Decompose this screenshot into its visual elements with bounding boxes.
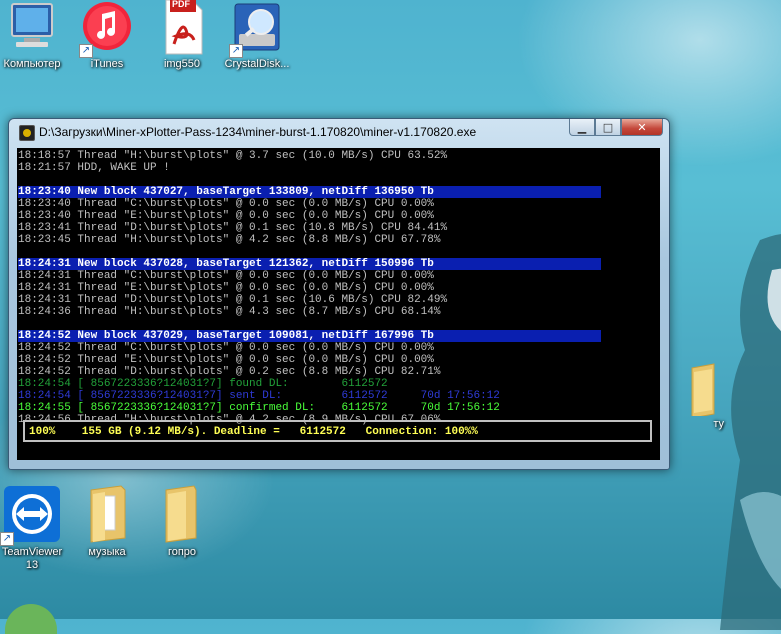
window-controls: ▁ □ ✕ xyxy=(569,119,663,138)
teamviewer-icon: ↗ xyxy=(0,484,62,546)
desktop-icon-label: ту xyxy=(713,418,724,430)
log-line: 18:23:45 Thread "H:\burst\plots" @ 4.2 s… xyxy=(18,234,441,246)
computer-icon xyxy=(6,0,58,56)
log-line: 18:18:57 Thread "H:\burst\plots" @ 3.7 s… xyxy=(18,150,448,162)
folder-icon xyxy=(678,360,718,419)
minimize-button[interactable]: ▁ xyxy=(569,119,595,136)
log-line: 18:24:54 [ 8567223336?124031?7] found DL… xyxy=(18,378,388,390)
pdf-badge: PDF xyxy=(172,0,190,9)
log-line: 18:24:31 Thread "D:\burst\plots" @ 0.1 s… xyxy=(18,294,448,306)
log-line: 18:23:41 Thread "D:\burst\plots" @ 0.1 s… xyxy=(18,222,448,234)
window-titlebar[interactable]: D:\Загрузки\Miner-xPlotter-Pass-1234\min… xyxy=(9,119,669,145)
desktop-icon-folder-right[interactable]: ту xyxy=(668,360,728,431)
log-line: 18:24:54 [ 8567223336?124031?7] sent DL:… xyxy=(18,390,500,402)
window-title: D:\Загрузки\Miner-xPlotter-Pass-1234\min… xyxy=(39,125,477,139)
folder-icon xyxy=(81,484,133,544)
pdf-file-icon: PDF xyxy=(156,0,208,56)
shortcut-arrow-icon: ↗ xyxy=(0,532,14,546)
desktop-icon-label-line2: 13 xyxy=(25,559,39,571)
partial-desktop-icon xyxy=(5,604,57,634)
desktop-icon-gopro-folder[interactable]: гопро xyxy=(137,484,227,559)
log-line: 18:24:52 Thread "E:\burst\plots" @ 0.0 s… xyxy=(18,354,434,366)
log-line: 18:23:40 Thread "E:\burst\plots" @ 0.0 s… xyxy=(18,210,434,222)
status-line: 100% 155 GB (9.12 MB/s). Deadline = 6112… xyxy=(23,420,652,442)
shortcut-arrow-icon: ↗ xyxy=(79,44,93,58)
new-block-line: 18:23:40 New block 437027, baseTarget 13… xyxy=(18,186,601,198)
console-log: 18:18:57 Thread "H:\burst\plots" @ 3.7 s… xyxy=(18,150,660,426)
log-line: 18:23:40 Thread "C:\burst\plots" @ 0.0 s… xyxy=(18,198,434,210)
console-window[interactable]: D:\Загрузки\Miner-xPlotter-Pass-1234\min… xyxy=(8,118,670,470)
crystaldisk-icon: ↗ xyxy=(229,0,283,58)
desktop-icon-label: гопро xyxy=(167,546,197,558)
console-output[interactable]: 18:18:57 Thread "H:\burst\plots" @ 3.7 s… xyxy=(17,148,660,460)
log-line: 18:24:52 Thread "D:\burst\plots" @ 0.2 s… xyxy=(18,366,441,378)
desktop-icon-crystaldisk[interactable]: ↗ CrystalDisk... xyxy=(212,0,302,71)
log-line: 18:24:31 Thread "C:\burst\plots" @ 0.0 s… xyxy=(18,270,434,282)
log-line: 18:21:57 HDD, WAKE UP ! xyxy=(18,162,170,174)
log-line: 18:24:55 [ 8567223336?124031?7] confirme… xyxy=(18,402,500,414)
new-block-line: 18:24:31 New block 437028, baseTarget 12… xyxy=(18,258,601,270)
shortcut-arrow-icon: ↗ xyxy=(229,44,243,58)
log-line: 18:24:36 Thread "H:\burst\plots" @ 4.3 s… xyxy=(18,306,441,318)
log-line: 18:24:52 Thread "C:\burst\plots" @ 0.0 s… xyxy=(18,342,434,354)
miner-app-icon xyxy=(19,125,35,141)
desktop-icon-label: CrystalDisk... xyxy=(224,58,290,70)
folder-icon xyxy=(156,484,208,544)
maximize-button[interactable]: □ xyxy=(595,119,621,136)
close-button[interactable]: ✕ xyxy=(621,119,663,136)
new-block-line: 18:24:52 New block 437029, baseTarget 10… xyxy=(18,330,601,342)
itunes-icon: ↗ xyxy=(79,0,133,58)
log-line: 18:24:31 Thread "E:\burst\plots" @ 0.0 s… xyxy=(18,282,434,294)
